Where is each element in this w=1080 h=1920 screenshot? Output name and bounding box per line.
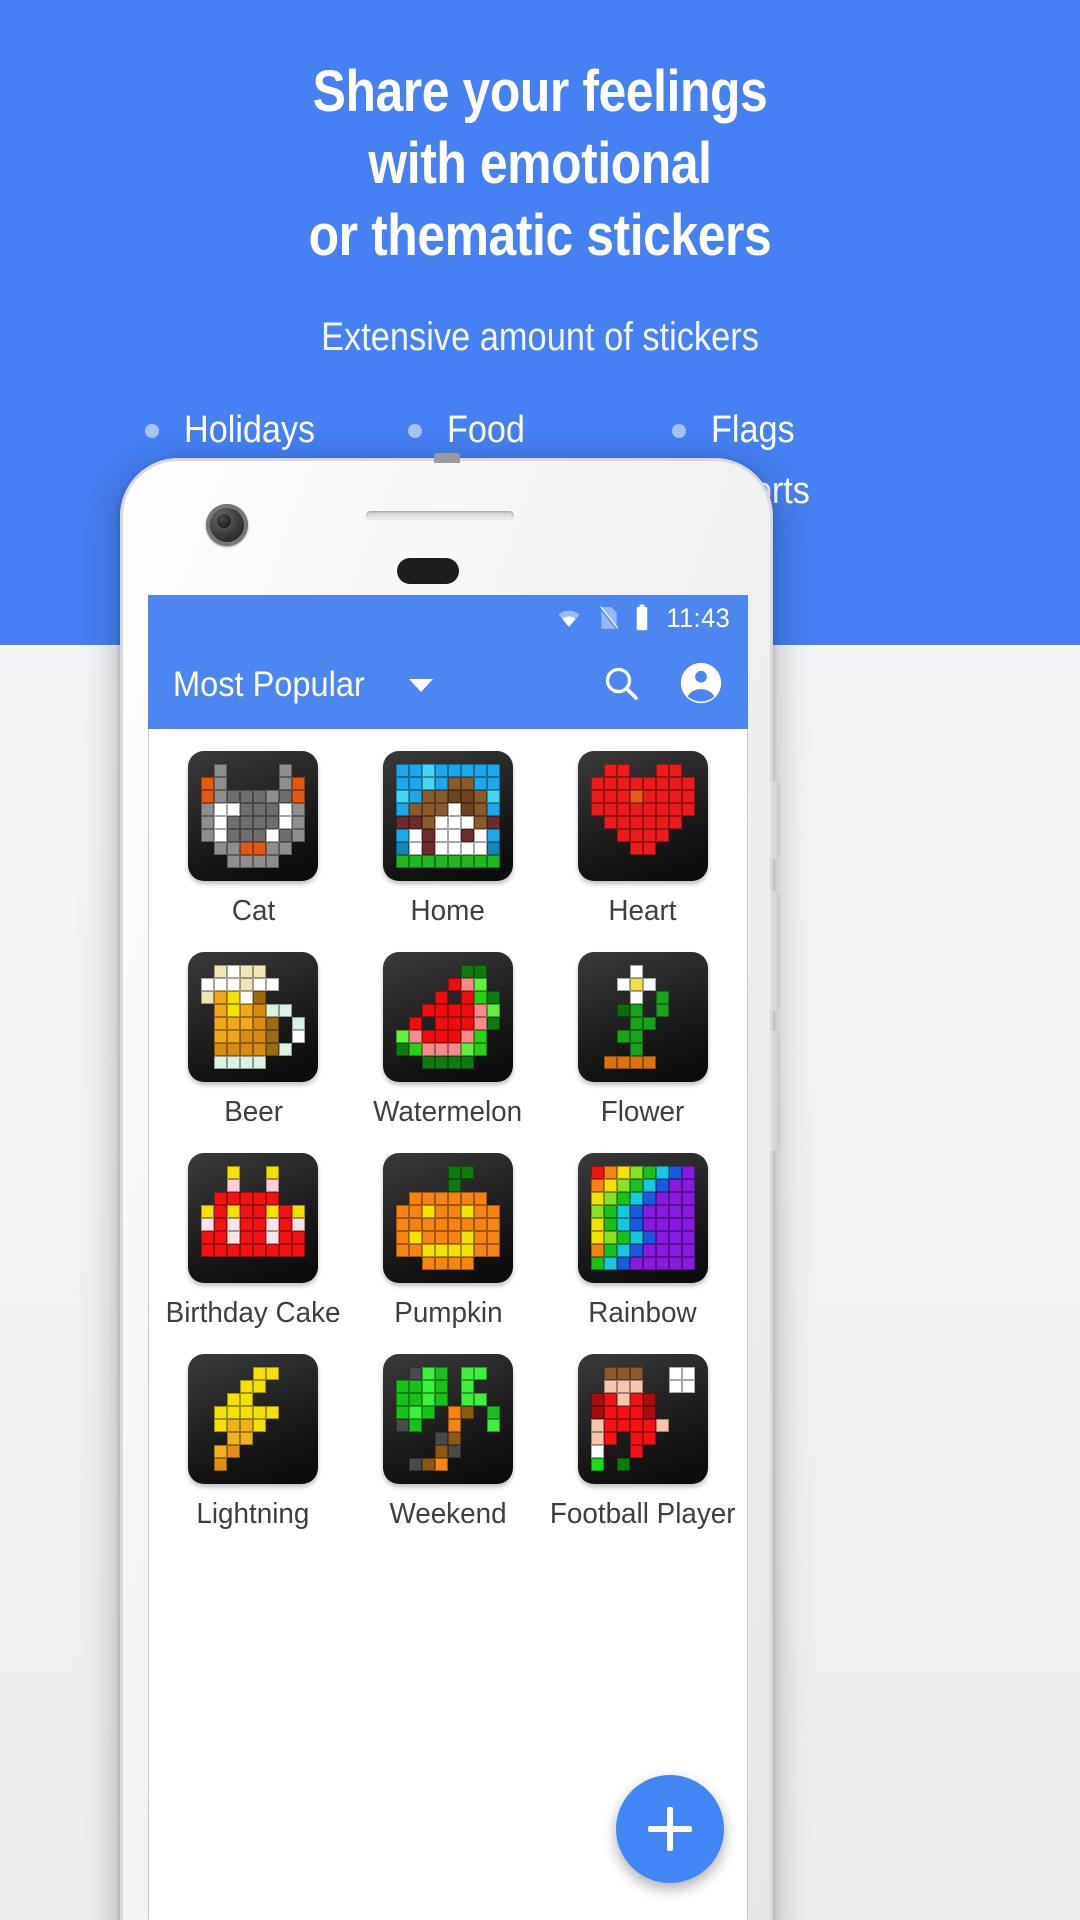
pixel-art-icon xyxy=(201,1367,305,1471)
earpiece-speaker-icon xyxy=(366,511,514,520)
sticker-item[interactable]: Weekend xyxy=(351,1354,546,1531)
sticker-thumbnail xyxy=(382,1354,513,1484)
category-dropdown-label[interactable]: Most Popular xyxy=(173,665,365,705)
volume-up-button[interactable] xyxy=(770,891,780,1011)
headline-line-3: or thematic stickers xyxy=(308,203,772,268)
sticker-thumbnail xyxy=(382,1153,513,1283)
pixel-art-icon xyxy=(590,1166,695,1270)
status-bar-clock: 11:43 xyxy=(666,602,730,633)
sticker-thumbnail xyxy=(382,952,513,1082)
pixel-art-icon xyxy=(201,965,306,1069)
sticker-label: Home xyxy=(410,895,486,927)
promo-subtitle: Extensive amount of stickers xyxy=(321,315,759,359)
search-button[interactable] xyxy=(601,663,641,708)
sticker-label: Pumpkin xyxy=(393,1297,503,1329)
sticker-item[interactable]: Rainbow xyxy=(545,1153,740,1330)
phone-mockup: 11:43 Most Popular Cat Home Heart Beer W… xyxy=(120,453,780,1920)
bullet-dot-icon xyxy=(671,423,686,438)
sticker-item[interactable]: Flower xyxy=(545,952,740,1129)
sticker-label: Cat xyxy=(231,895,275,927)
sticker-label: Weekend xyxy=(389,1498,507,1530)
volume-down-button[interactable] xyxy=(770,1031,780,1151)
bullet-dot-icon xyxy=(408,423,423,438)
chevron-down-icon[interactable] xyxy=(409,678,434,692)
sticker-label: Beer xyxy=(223,1096,283,1128)
pixel-art-icon xyxy=(395,965,500,1069)
app-toolbar: Most Popular xyxy=(148,641,748,729)
sim-card-off-icon xyxy=(598,606,619,630)
bullet-label: Food xyxy=(447,409,526,451)
sticker-thumbnail xyxy=(382,751,513,881)
sticker-label: Birthday Cake xyxy=(165,1297,341,1329)
bullet-item-holidays: Holidays xyxy=(145,400,408,461)
sticker-thumbnail xyxy=(188,1354,319,1484)
battery-icon xyxy=(636,604,648,631)
page-title: Share your feelings with emotional or th… xyxy=(0,56,1080,272)
sticker-label: Lightning xyxy=(196,1498,310,1530)
pixel-art-icon xyxy=(591,965,695,1069)
search-icon xyxy=(605,667,638,700)
headline-line-1: Share your feelings xyxy=(312,59,768,124)
sticker-label: Watermelon xyxy=(373,1096,523,1128)
bullet-item-flags: Flags xyxy=(671,400,935,461)
power-button[interactable] xyxy=(770,781,780,859)
pixel-art-icon xyxy=(395,764,500,868)
sticker-label: Heart xyxy=(608,895,677,927)
camera-lens-icon xyxy=(206,504,248,546)
pixel-art-icon xyxy=(590,1367,695,1471)
sticker-item[interactable]: Home xyxy=(351,751,546,928)
bullet-label: Flags xyxy=(710,409,795,451)
account-button[interactable] xyxy=(679,661,723,710)
status-bar: 11:43 xyxy=(148,595,748,641)
sticker-item[interactable]: Pumpkin xyxy=(351,1153,546,1330)
pixel-art-icon xyxy=(395,1367,500,1471)
headline-line-2: with emotional xyxy=(368,131,712,196)
pixel-art-icon xyxy=(201,764,306,868)
add-sticker-fab[interactable] xyxy=(616,1775,724,1883)
sticker-item[interactable]: Cat xyxy=(156,751,351,928)
pixel-art-icon xyxy=(590,764,695,868)
sticker-grid: Cat Home Heart Beer Watermelon Flower Birthday… xyxy=(148,729,748,1531)
sticker-label: Football Player xyxy=(549,1498,736,1530)
sticker-item[interactable]: Watermelon xyxy=(351,952,546,1129)
sticker-item[interactable]: Heart xyxy=(545,751,740,928)
proximity-sensor-icon xyxy=(397,558,459,584)
phone-screen: 11:43 Most Popular Cat Home Heart Beer W… xyxy=(148,595,748,1920)
sticker-item[interactable]: Lightning xyxy=(156,1354,351,1531)
pixel-art-icon xyxy=(395,1166,500,1270)
bullet-label: Holidays xyxy=(184,409,316,451)
sticker-item[interactable]: Birthday Cake xyxy=(156,1153,351,1330)
sticker-thumbnail xyxy=(188,952,319,1082)
sticker-label: Flower xyxy=(600,1096,685,1128)
pixel-art-icon xyxy=(201,1166,306,1270)
sticker-item[interactable]: Beer xyxy=(156,952,351,1129)
wifi-icon xyxy=(558,610,580,627)
sticker-thumbnail xyxy=(577,1354,708,1484)
sticker-item[interactable]: Football Player xyxy=(545,1354,740,1531)
bullet-item-food: Food xyxy=(408,400,671,461)
phone-antenna-nub xyxy=(433,453,460,463)
sticker-thumbnail xyxy=(188,751,319,881)
sticker-label: Rainbow xyxy=(588,1297,697,1329)
sticker-thumbnail xyxy=(577,1153,708,1283)
bullet-dot-icon xyxy=(145,423,159,438)
sticker-thumbnail xyxy=(188,1153,319,1283)
account-circle-icon xyxy=(680,662,722,703)
sticker-thumbnail xyxy=(577,952,708,1082)
sticker-thumbnail xyxy=(577,751,708,881)
